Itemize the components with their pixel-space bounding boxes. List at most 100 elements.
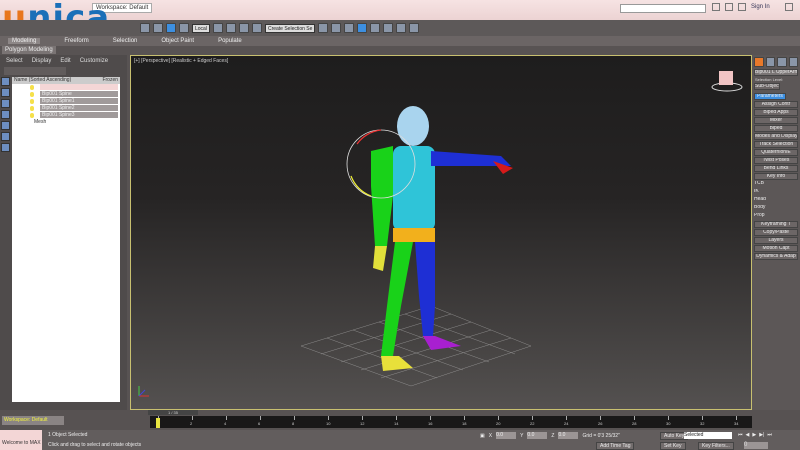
rollout-9[interactable]: Key Info (754, 173, 798, 180)
rollout-0[interactable]: Assign Contr (754, 101, 798, 108)
rollout-8[interactable]: Bend Links (754, 165, 798, 172)
reference-coord-dropdown[interactable]: Local (192, 23, 210, 33)
tab-freeform[interactable]: Freeform (64, 38, 88, 44)
move-icon[interactable] (153, 23, 163, 33)
play-icon[interactable]: ▶ (752, 432, 756, 438)
go-start-icon[interactable]: ⏮ (738, 432, 743, 438)
geometry-filter-icon[interactable] (1, 88, 10, 97)
perspective-viewport[interactable]: [+] [Perspective] [Realistic + Edged Fac… (130, 55, 752, 410)
rollout-11[interactable]: IK (754, 189, 798, 196)
time-slider[interactable] (156, 418, 160, 428)
star-icon[interactable] (725, 3, 733, 11)
menu-edit[interactable]: Edit (60, 58, 70, 64)
prev-frame-icon[interactable]: ◀ (746, 432, 750, 438)
rollout-2[interactable]: Mixer (754, 117, 798, 124)
bulb-icon[interactable] (30, 113, 34, 118)
layer-icon[interactable] (344, 23, 355, 33)
snap-icon[interactable] (225, 23, 236, 33)
list-item[interactable]: Bip001 Spine1 (12, 98, 120, 105)
view-cube[interactable] (711, 71, 743, 92)
named-selection-dropdown[interactable]: Create Selection Se (264, 23, 316, 33)
z-field[interactable]: 0.0 (558, 432, 579, 439)
rollout-18[interactable]: Motion Capt (754, 245, 798, 252)
menu-select[interactable]: Select (6, 58, 23, 64)
rollout-5[interactable]: Track Selection (754, 141, 798, 148)
menu-customize[interactable]: Customize (80, 58, 108, 64)
bulb-icon[interactable] (30, 85, 34, 90)
tab-selection[interactable]: Selection (113, 38, 138, 44)
column-frozen[interactable]: Frozen (102, 77, 118, 84)
scale-icon[interactable] (179, 23, 189, 33)
list-item[interactable]: Bip001 Spine (12, 91, 120, 98)
sign-in-link[interactable]: Sign In (751, 4, 770, 10)
rollout-12[interactable]: Head (754, 197, 798, 204)
rotate-icon[interactable] (166, 23, 176, 33)
rollout-1[interactable]: Biped Apps (754, 109, 798, 116)
rollout-6[interactable]: Quaternion/E (754, 149, 798, 156)
time-track[interactable]: 0246810121416182022242628303234 (150, 416, 752, 428)
percent-snap-icon[interactable] (251, 23, 262, 33)
mirror-icon[interactable] (318, 23, 329, 33)
shape-filter-icon[interactable] (1, 99, 10, 108)
binoculars-icon[interactable] (712, 3, 720, 11)
camera-filter-icon[interactable] (1, 121, 10, 130)
menu-display[interactable]: Display (32, 58, 52, 64)
current-frame-field[interactable]: 0 (744, 442, 768, 449)
render-setup-icon[interactable] (396, 23, 407, 33)
rollout-15[interactable]: Keyframing T (754, 221, 798, 228)
create-tab-icon[interactable] (754, 57, 764, 67)
go-end-icon[interactable]: ⏭ (767, 432, 772, 438)
tab-modeling[interactable]: Modeling (8, 38, 41, 44)
bone-filter-icon[interactable] (1, 143, 10, 152)
rollout-17[interactable]: Layers (754, 237, 798, 244)
rollout-16[interactable]: Copy/Paste (754, 229, 798, 236)
polygon-modeling-tab[interactable]: Polygon Modeling (2, 46, 56, 54)
rollout-7[interactable]: Twist Poses (754, 157, 798, 164)
align-icon[interactable] (331, 23, 342, 33)
x-field[interactable]: 0.0 (496, 432, 517, 439)
render-icon[interactable] (409, 23, 420, 33)
y-field[interactable]: 0.0 (527, 432, 548, 439)
key-filters-button[interactable]: Key Filters... (698, 442, 734, 450)
angle-snap-icon[interactable] (238, 23, 249, 33)
workspace-dropdown[interactable]: Workspace: Default (2, 416, 64, 425)
next-frame-icon[interactable]: ▶| (759, 432, 764, 438)
rollout-10[interactable]: TCB (754, 181, 798, 188)
bulb-icon[interactable] (30, 92, 34, 97)
parameters-tab[interactable]: Parameters (754, 93, 786, 100)
select-icon[interactable] (140, 23, 150, 33)
hierarchy-tab-icon[interactable] (777, 57, 787, 67)
list-item[interactable] (12, 84, 120, 91)
light-filter-icon[interactable] (1, 110, 10, 119)
key-mode-dropdown[interactable]: Selected (684, 432, 732, 439)
list-item[interactable]: Bip001 Spine2 (12, 105, 120, 112)
set-key-button[interactable]: Set Key (660, 442, 686, 450)
helper-filter-icon[interactable] (1, 132, 10, 141)
rollout-4[interactable]: Modes and Display (754, 133, 798, 140)
rollout-14[interactable]: Prop (754, 213, 798, 220)
frame-counter[interactable]: 1 / 35 (148, 410, 198, 415)
motion-tab-icon[interactable] (788, 57, 798, 67)
modify-tab-icon[interactable] (765, 57, 775, 67)
help-icon[interactable] (784, 3, 793, 11)
material-editor-icon[interactable] (383, 23, 394, 33)
schematic-icon[interactable] (370, 23, 381, 33)
maxscript-listener[interactable]: Welcome to MAX (0, 430, 42, 450)
curve-editor-icon[interactable] (357, 23, 368, 33)
bulb-icon[interactable] (30, 99, 34, 104)
bulb-icon[interactable] (30, 106, 34, 111)
list-item[interactable]: Bip001 Spine3 (12, 112, 120, 119)
object-name-field[interactable]: Bip001 L UpperArm (754, 69, 798, 76)
add-time-tag-button[interactable]: Add Time Tag (596, 442, 635, 450)
list-item[interactable]: Mesh (12, 119, 120, 126)
lock-icon[interactable]: ▣ (480, 433, 485, 439)
rollout-19[interactable]: Dynamics & Adap (754, 253, 798, 260)
tab-object-paint[interactable]: Object Paint (161, 38, 194, 44)
tab-populate[interactable]: Populate (218, 38, 242, 44)
rollout-3[interactable]: Biped (754, 125, 798, 132)
sub-object-button[interactable]: Sub-Object (754, 83, 780, 90)
search-input[interactable] (620, 4, 706, 13)
display-all-icon[interactable] (1, 77, 10, 86)
pivot-icon[interactable] (212, 23, 223, 33)
rollout-13[interactable]: Body (754, 205, 798, 212)
